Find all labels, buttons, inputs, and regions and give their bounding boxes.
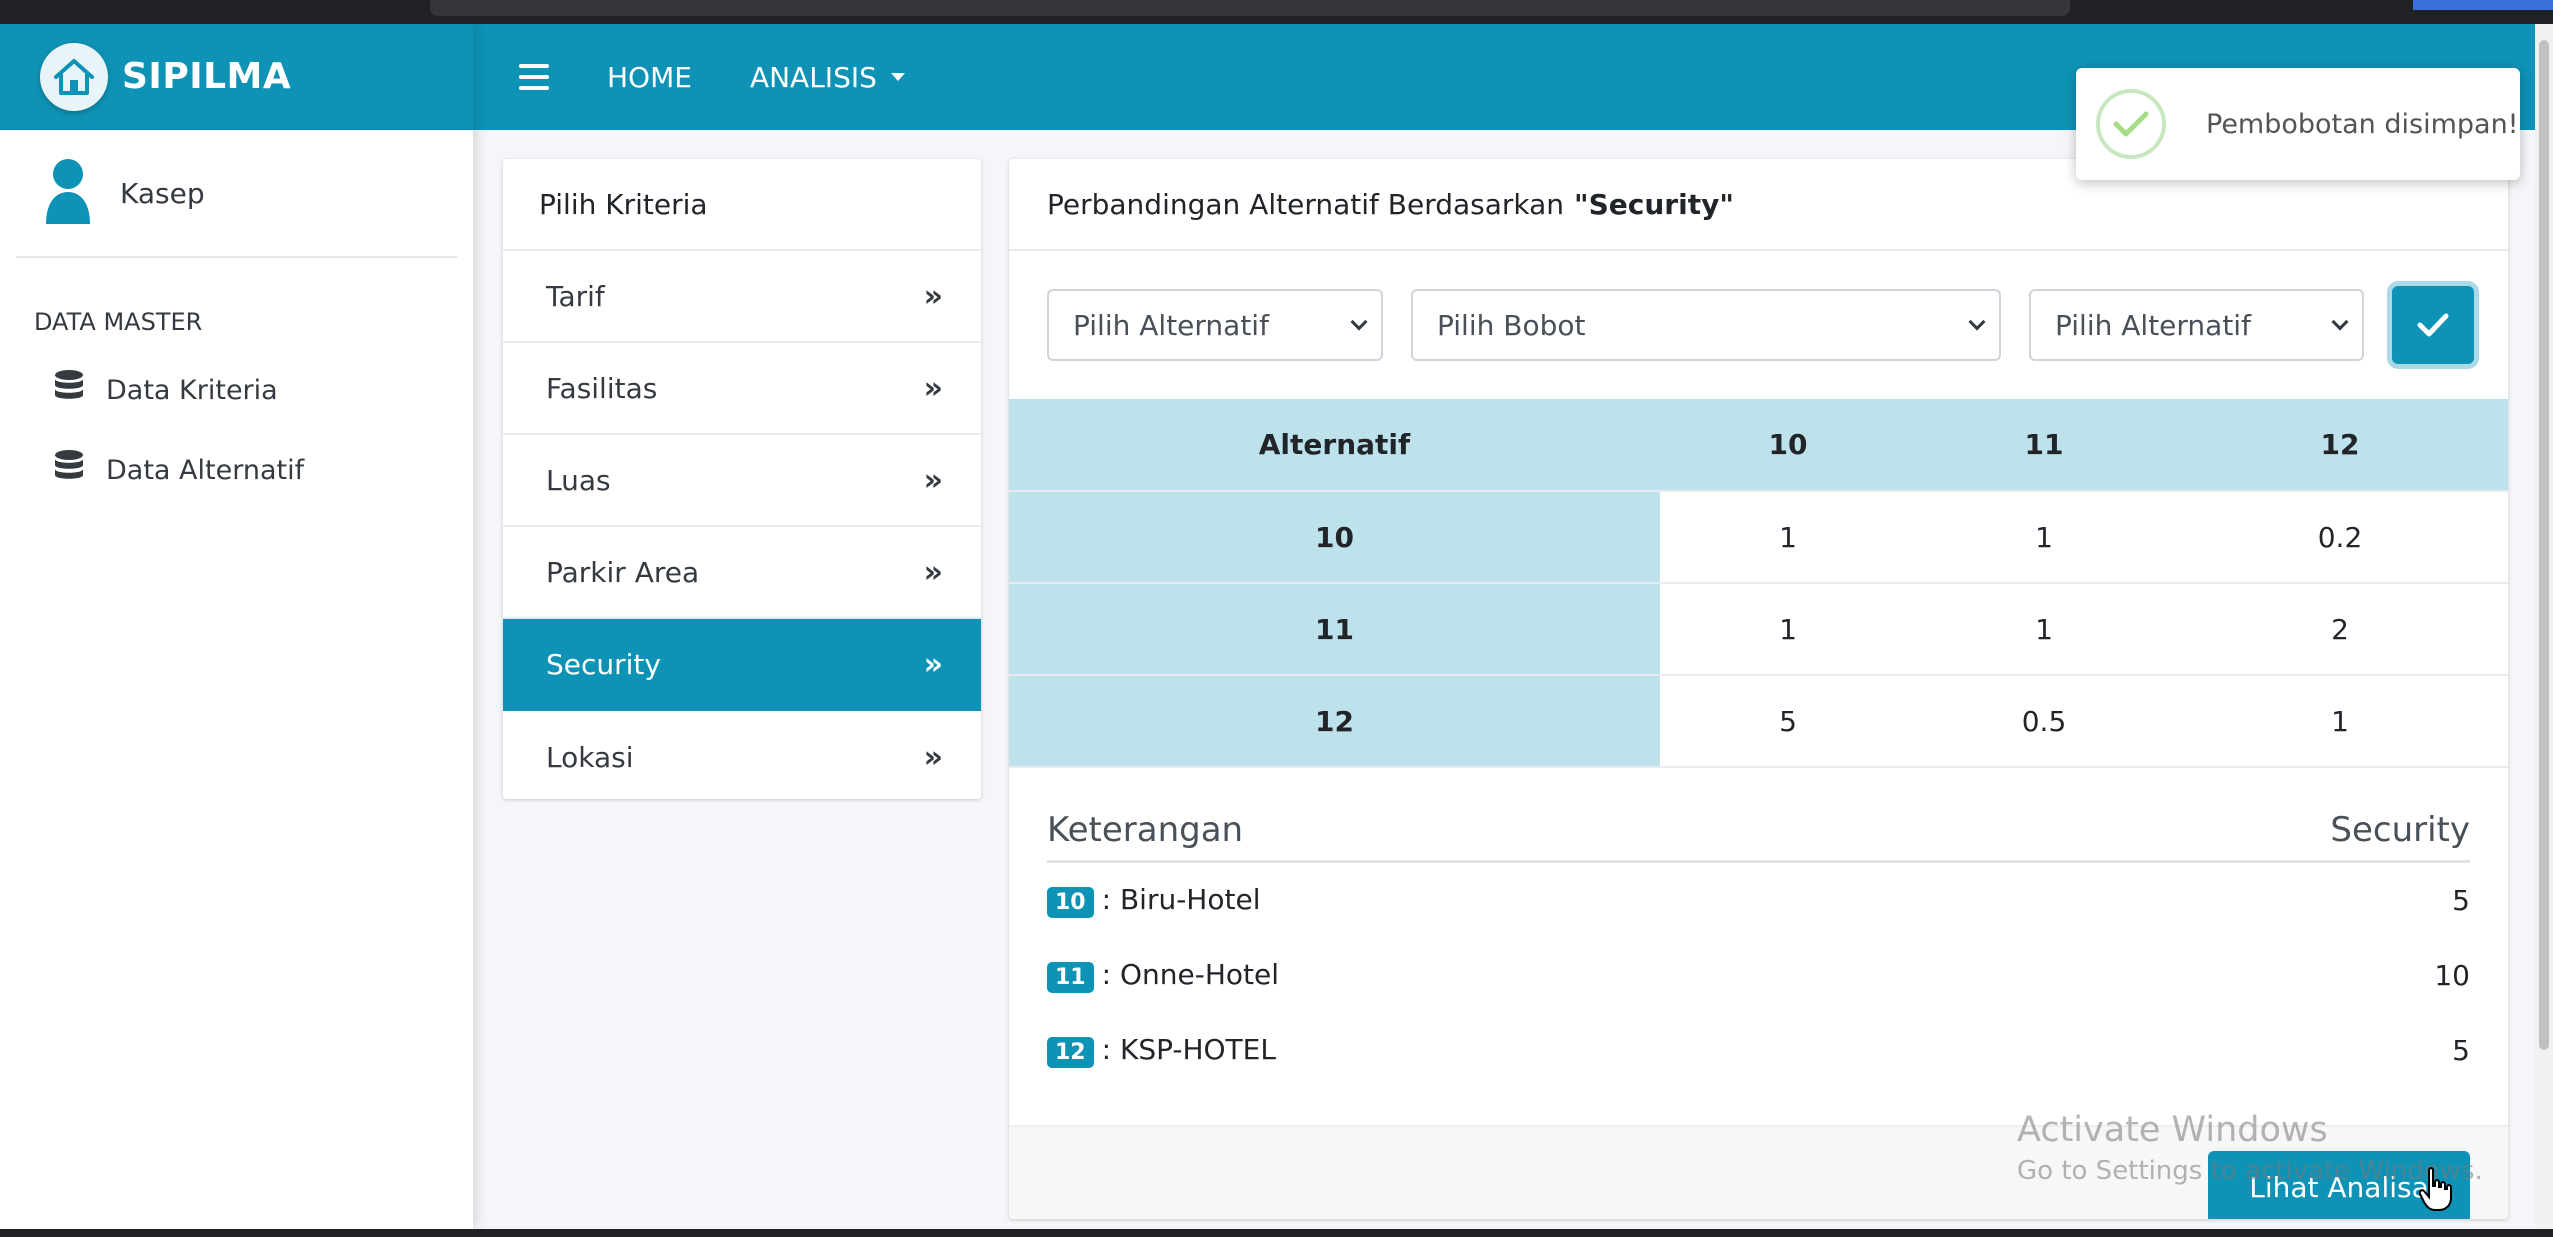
criteria-item-fasilitas[interactable]: Fasilitas» xyxy=(503,343,981,435)
alternative-name: : KSP-HOTEL xyxy=(1101,1033,1276,1066)
list-item: 12: KSP-HOTEL 5 xyxy=(1047,1013,2470,1088)
criteria-item-tarif[interactable]: Tarif» xyxy=(503,251,981,343)
table-cell: 2 xyxy=(2172,583,2508,676)
table-column-header: 12 xyxy=(2172,399,2508,492)
hamburger-menu-icon[interactable] xyxy=(519,64,549,90)
table-row: 12 5 0.5 1 xyxy=(1009,675,2508,768)
table-column-header: 11 xyxy=(1916,399,2172,492)
criteria-card: Pilih Kriteria Tarif» Fasilitas» Luas» P… xyxy=(503,159,981,799)
sidebar-item-data-kriteria[interactable]: Data Kriteria xyxy=(0,350,473,430)
chevron-down-icon xyxy=(2331,313,2349,331)
criteria-item-security[interactable]: Security» xyxy=(503,619,981,711)
nav-home[interactable]: HOME xyxy=(607,61,692,94)
keterangan-criteria: Security xyxy=(2330,810,2470,850)
comparison-criteria-name: "Security" xyxy=(1574,187,1734,221)
double-chevron-right-icon: » xyxy=(923,278,943,314)
success-toast: Pembobotan disimpan! xyxy=(2076,68,2520,180)
double-chevron-right-icon: » xyxy=(923,370,943,406)
table-row: 10 1 1 0.2 xyxy=(1009,491,2508,584)
alternative-a-select[interactable]: Pilih Alternatif xyxy=(1047,289,1383,361)
user-panel[interactable]: Kasep xyxy=(16,130,457,258)
toast-message: Pembobotan disimpan! xyxy=(2206,108,2519,140)
address-bar[interactable] xyxy=(430,0,2070,16)
criteria-item-lokasi[interactable]: Lokasi» xyxy=(503,711,981,799)
criteria-card-header: Pilih Kriteria xyxy=(503,159,981,251)
table-corner-header: Alternatif xyxy=(1009,399,1660,492)
list-item: 10: Biru-Hotel 5 xyxy=(1047,863,2470,938)
sidebar-item-label: Data Alternatif xyxy=(106,454,305,486)
database-icon xyxy=(54,369,84,412)
alternative-value: 5 xyxy=(2452,1034,2470,1067)
hand-cursor-icon xyxy=(2418,1167,2452,1211)
watermark-title: Activate Windows xyxy=(2017,1110,2328,1150)
alternative-value: 5 xyxy=(2452,884,2470,917)
table-row-header: 12 xyxy=(1009,675,1660,768)
alternative-name: : Onne-Hotel xyxy=(1101,958,1279,991)
database-icon xyxy=(54,449,84,492)
browser-top-strip xyxy=(0,0,2553,24)
sidebar: SIPILMA Kasep DATA MASTER Data Kriteria xyxy=(0,24,473,1229)
sidebar-item-label: Data Kriteria xyxy=(106,374,278,406)
sidebar-item-data-alternatif[interactable]: Data Alternatif xyxy=(0,430,473,510)
comparison-title: Perbandingan Alternatif Berdasarkan xyxy=(1047,187,1565,221)
brand-title: SIPILMA xyxy=(122,56,292,97)
double-chevron-right-icon: » xyxy=(923,554,943,590)
caret-down-icon xyxy=(890,73,905,81)
home-icon xyxy=(40,42,108,111)
table-header-row: Alternatif 10 11 12 xyxy=(1009,399,2508,492)
alternative-id-badge: 12 xyxy=(1047,1037,1094,1068)
table-cell: 1 xyxy=(1660,491,1916,584)
user-name: Kasep xyxy=(120,176,205,210)
app-window: SIPILMA Kasep DATA MASTER Data Kriteria xyxy=(0,24,2535,1229)
success-check-icon xyxy=(2096,89,2166,159)
keterangan-title: Keterangan xyxy=(1047,810,1244,850)
comparison-matrix: Alternatif 10 11 12 10 1 1 0.2 11 1 1 2 xyxy=(1009,399,2508,768)
brand[interactable]: SIPILMA xyxy=(0,24,473,130)
watermark-subtitle: Go to Settings to activate Windows. xyxy=(2017,1156,2483,1186)
nav-section-header: DATA MASTER xyxy=(34,308,203,336)
alternative-id-badge: 11 xyxy=(1047,962,1094,993)
nav-analisis-dropdown[interactable]: ANALISIS xyxy=(750,61,905,94)
table-cell: 1 xyxy=(1660,583,1916,676)
table-row: 11 1 1 2 xyxy=(1009,583,2508,676)
keterangan-header: Keterangan Security xyxy=(1047,810,2470,863)
comparison-form: Pilih Alternatif Pilih Bobot Pilih Alter… xyxy=(1009,251,2508,399)
double-chevron-right-icon: » xyxy=(923,739,943,775)
criteria-item-parkir-area[interactable]: Parkir Area» xyxy=(503,527,981,619)
list-item: 11: Onne-Hotel 10 xyxy=(1047,938,2470,1013)
windows-activation-watermark: Activate Windows Go to Settings to activ… xyxy=(2017,1110,2483,1186)
table-cell: 1 xyxy=(2172,675,2508,768)
scrollbar-thumb[interactable] xyxy=(2539,40,2549,1050)
alternative-id-badge: 10 xyxy=(1047,887,1094,918)
alternative-b-select[interactable]: Pilih Alternatif xyxy=(2029,289,2364,361)
table-cell: 1 xyxy=(1916,583,2172,676)
keterangan-section: Keterangan Security 10: Biru-Hotel 5 11:… xyxy=(1009,768,2508,1088)
table-row-header: 11 xyxy=(1009,583,1660,676)
check-icon xyxy=(2417,313,2449,337)
bottom-strip xyxy=(0,1229,2553,1237)
chevron-down-icon xyxy=(1968,313,1986,331)
comparison-card: Perbandingan Alternatif Berdasarkan "Sec… xyxy=(1009,159,2508,1219)
alternative-value: 10 xyxy=(2434,959,2470,992)
weight-select[interactable]: Pilih Bobot xyxy=(1411,289,2001,361)
double-chevron-right-icon: » xyxy=(923,462,943,498)
table-cell: 5 xyxy=(1660,675,1916,768)
criteria-item-luas[interactable]: Luas» xyxy=(503,435,981,527)
submit-comparison-button[interactable] xyxy=(2392,286,2474,364)
table-cell: 0.2 xyxy=(2172,491,2508,584)
table-column-header: 10 xyxy=(1660,399,1916,492)
double-chevron-right-icon: » xyxy=(923,646,943,682)
table-row-header: 10 xyxy=(1009,491,1660,584)
browser-corner xyxy=(2413,0,2553,10)
table-cell: 1 xyxy=(1916,491,2172,584)
chevron-down-icon xyxy=(1350,313,1368,331)
table-cell: 0.5 xyxy=(1916,675,2172,768)
user-icon xyxy=(44,158,92,228)
alternative-name: : Biru-Hotel xyxy=(1101,883,1261,916)
